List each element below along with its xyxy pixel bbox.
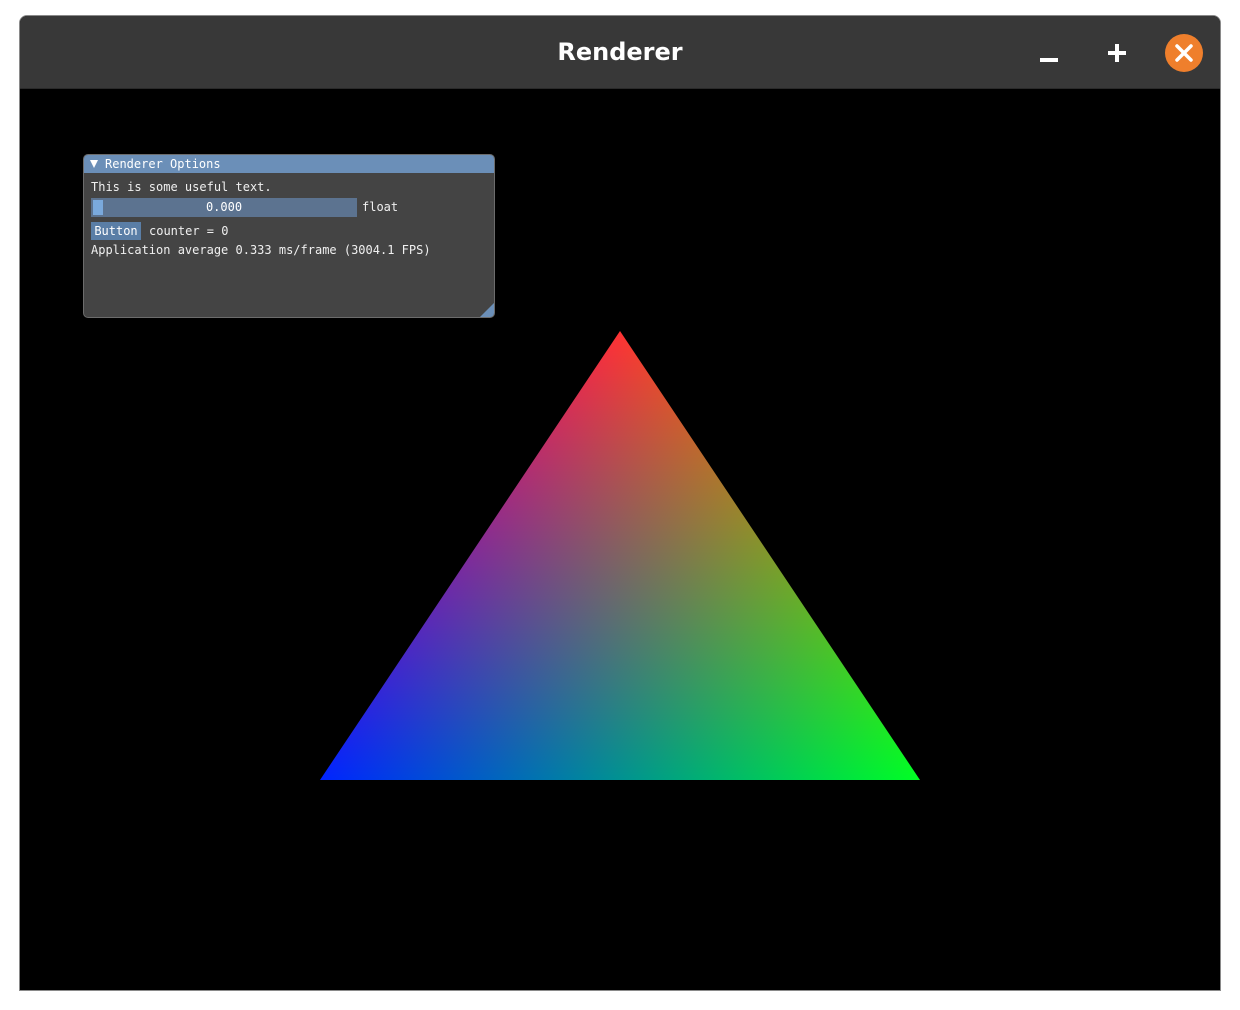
resize-grip-icon[interactable]: [480, 303, 494, 317]
rgb-triangle: [320, 331, 920, 780]
useful-text: This is some useful text.: [91, 180, 272, 194]
app-window: Renderer Renderer Options This is some u…: [19, 15, 1221, 991]
slider-value: 0.000: [205, 200, 243, 214]
close-icon: [1165, 34, 1203, 72]
panel-title-bar[interactable]: Renderer Options: [84, 155, 494, 173]
minimize-icon: [1040, 58, 1058, 62]
render-viewport[interactable]: Renderer Options This is some useful tex…: [20, 89, 1220, 990]
maximize-button[interactable]: [1098, 34, 1136, 72]
stats-text: Application average 0.333 ms/frame (3004…: [91, 243, 431, 257]
close-button[interactable]: [1165, 34, 1203, 72]
title-bar[interactable]: Renderer: [20, 16, 1220, 89]
renderer-options-panel: Renderer Options This is some useful tex…: [83, 154, 495, 318]
panel-title: Renderer Options: [105, 157, 221, 171]
slider-label: float: [362, 200, 399, 214]
float-slider[interactable]: 0.000: [91, 198, 357, 217]
panel-button[interactable]: Button: [91, 222, 141, 240]
minimize-button[interactable]: [1030, 34, 1068, 72]
counter-text: counter = 0: [149, 224, 229, 238]
triangle-down-icon[interactable]: [90, 160, 98, 168]
